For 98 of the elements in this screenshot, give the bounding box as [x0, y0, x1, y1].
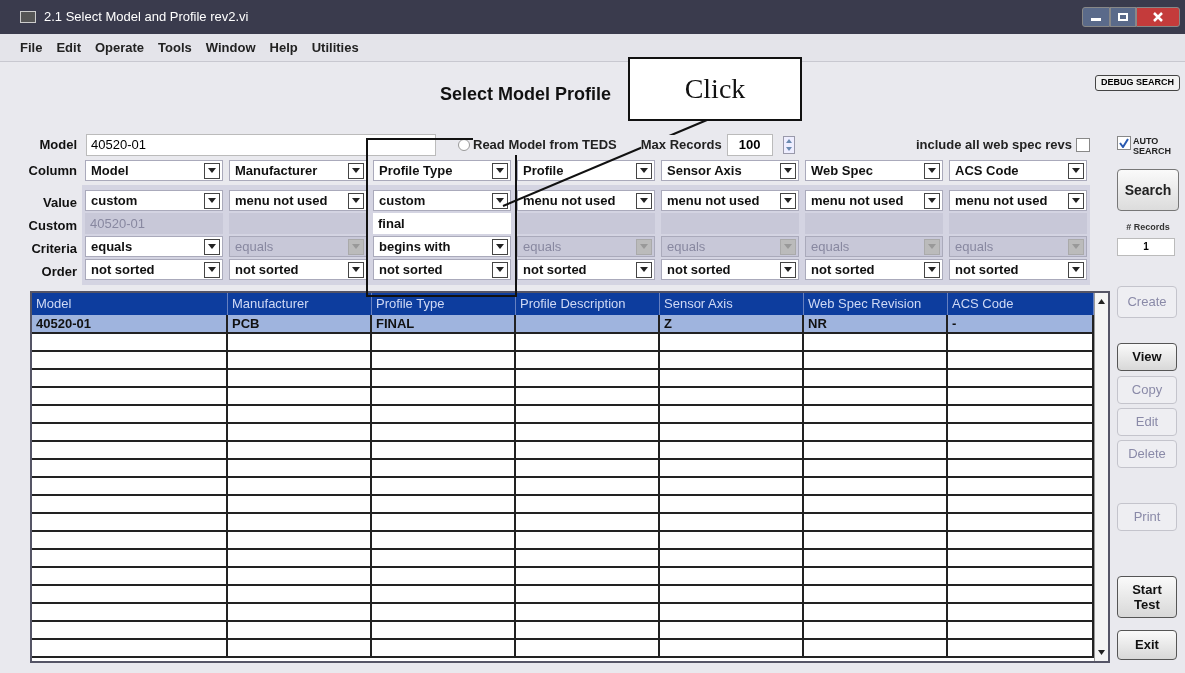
dropdown[interactable]: not sorted	[949, 259, 1087, 280]
checkbox[interactable]	[1117, 136, 1131, 150]
row-label: Custom	[27, 216, 78, 235]
caret-icon	[640, 168, 648, 173]
caret-icon	[1072, 244, 1080, 249]
dropdown[interactable]: not sorted	[373, 259, 511, 280]
dropdown[interactable]: Model	[85, 160, 223, 181]
table-cell: NR	[804, 315, 948, 332]
caret-icon	[352, 267, 360, 272]
dropdown[interactable]: not sorted	[661, 259, 799, 280]
menu-item[interactable]: Utilities	[311, 37, 359, 58]
spinner-icon[interactable]	[782, 136, 795, 154]
caret-icon	[928, 244, 936, 249]
field-label: # Records	[1125, 221, 1171, 234]
minimize-button[interactable]	[1082, 7, 1110, 27]
caret-icon	[640, 267, 648, 272]
side-button[interactable]: Start Test	[1117, 575, 1177, 618]
checkbox-label: include all web spec revs	[915, 136, 1072, 155]
caret-icon	[640, 198, 648, 203]
side-button[interactable]: View	[1117, 342, 1177, 371]
side-button[interactable]: Exit	[1117, 629, 1177, 660]
caret-icon	[784, 168, 792, 173]
caret-icon	[352, 168, 360, 173]
caret-icon	[352, 198, 360, 203]
dropdown[interactable]: menu not used	[949, 190, 1087, 211]
dropdown[interactable]: Web Spec	[805, 160, 943, 181]
radio-label: Read Model from TEDS	[473, 135, 617, 155]
row-label: Column	[27, 161, 78, 180]
caret-icon	[496, 168, 504, 173]
dropdown[interactable]: equals	[85, 236, 223, 257]
caret-icon	[784, 244, 792, 249]
caret-icon	[208, 244, 216, 249]
caret-icon	[496, 244, 504, 249]
menu-item[interactable]: Window	[205, 37, 256, 58]
table-cell: Z	[660, 315, 804, 332]
dropdown[interactable]: ACS Code	[949, 160, 1087, 181]
dropdown[interactable]: Profile Type	[373, 160, 511, 181]
menu-item[interactable]: File	[20, 37, 43, 58]
dropdown[interactable]: Profile	[517, 160, 655, 181]
caret-icon	[928, 198, 936, 203]
table-cell: FINAL	[372, 315, 516, 332]
dropdown[interactable]: menu not used	[517, 190, 655, 211]
caret-icon	[928, 267, 936, 272]
table-cell: 40520-01	[32, 315, 228, 332]
row-label: Criteria	[30, 239, 78, 258]
dropdown[interactable]: not sorted	[85, 259, 223, 280]
close-icon	[1153, 12, 1163, 22]
app-icon	[20, 11, 36, 23]
dropdown[interactable]: custom	[373, 190, 511, 211]
dropdown[interactable]: Manufacturer	[229, 160, 367, 181]
table-row[interactable]: 40520-01 PCB FINAL Z NR -	[32, 315, 1094, 334]
dropdown[interactable]: menu not used	[805, 190, 943, 211]
max-records-field[interactable]: 100	[726, 134, 773, 156]
caret-icon	[1072, 267, 1080, 272]
caret-icon	[496, 267, 504, 272]
scroll-down-icon[interactable]	[1098, 650, 1105, 655]
dropdown[interactable]: menu not used	[661, 190, 799, 211]
dropdown[interactable]: custom	[85, 190, 223, 211]
window-title: 2.1 Select Model and Profile rev2.vi	[44, 8, 249, 27]
menu-item[interactable]: Help	[269, 37, 298, 58]
debug-search-button[interactable]: DEBUG SEARCH	[1095, 75, 1180, 91]
caret-icon	[496, 198, 504, 203]
caret-icon	[1072, 198, 1080, 203]
caret-icon	[784, 198, 792, 203]
maximize-button[interactable]	[1110, 7, 1136, 27]
dropdown[interactable]: not sorted	[805, 259, 943, 280]
menu-item[interactable]: Operate	[94, 37, 145, 58]
caret-icon	[208, 198, 216, 203]
caret-icon	[208, 168, 216, 173]
custom-field[interactable]: final	[373, 213, 511, 234]
caret-icon	[928, 168, 936, 173]
caret-icon	[208, 267, 216, 272]
search-button[interactable]: Search	[1117, 169, 1179, 211]
callout-box: Click	[628, 57, 802, 121]
caret-icon	[352, 244, 360, 249]
dropdown[interactable]: not sorted	[229, 259, 367, 280]
table-cell: PCB	[228, 315, 372, 332]
row-label: Value	[42, 193, 78, 212]
caret-icon	[640, 244, 648, 249]
records-field: 1	[1117, 237, 1175, 256]
row-label: Order	[40, 262, 78, 281]
menu-item[interactable]: Edit	[56, 37, 81, 58]
dropdown[interactable]: not sorted	[517, 259, 655, 280]
close-button[interactable]	[1136, 7, 1180, 27]
scroll-up-icon[interactable]	[1098, 299, 1105, 304]
caret-icon	[784, 267, 792, 272]
menu-item[interactable]: Tools	[158, 37, 192, 58]
checkmark-icon	[1119, 138, 1129, 148]
row-label: Model	[38, 136, 78, 155]
checkbox[interactable]	[1076, 138, 1090, 152]
dropdown[interactable]: Sensor Axis	[661, 160, 799, 181]
dropdown[interactable]: menu not used	[229, 190, 367, 211]
model-field[interactable]: 40520-01	[86, 134, 436, 156]
caret-icon	[1072, 168, 1080, 173]
dropdown[interactable]: begins with	[373, 236, 511, 257]
page-heading: Select Model Profile	[440, 83, 612, 106]
scrollbar[interactable]	[1094, 293, 1108, 661]
checkbox-label: AUTO SEARCH	[1133, 136, 1169, 156]
